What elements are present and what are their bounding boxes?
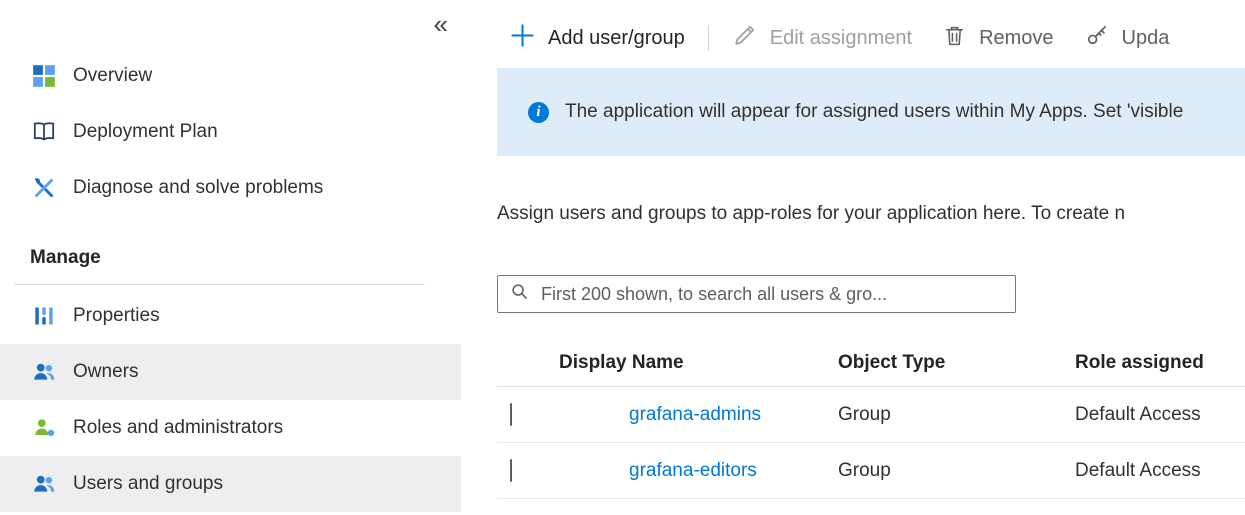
group-name-link[interactable]: grafana-admins — [615, 404, 838, 426]
object-type-cell: Group — [838, 404, 1075, 426]
sidebar-item-label: Diagnose and solve problems — [73, 177, 323, 199]
info-banner-text: The application will appear for assigned… — [565, 101, 1183, 123]
column-header-display-name: Display Name — [545, 352, 838, 374]
sidebar-item-label: Users and groups — [73, 473, 223, 495]
app-window: « Overview Deployment Plan — [0, 0, 1245, 515]
update-credentials-button[interactable]: Upda — [1084, 22, 1170, 54]
owners-icon — [31, 359, 57, 385]
overview-icon — [31, 63, 57, 89]
remove-label: Remove — [979, 27, 1053, 50]
search-icon — [510, 282, 529, 306]
sidebar: « Overview Deployment Plan — [0, 0, 461, 515]
add-user-group-button[interactable]: Add user/group — [509, 22, 685, 55]
column-header-object-type: Object Type — [838, 352, 1075, 374]
properties-icon — [31, 303, 57, 329]
sidebar-divider — [14, 284, 425, 285]
group-name-link[interactable]: grafana-editors — [615, 460, 838, 482]
main-content: Add user/group Edit assignment — [461, 0, 1245, 515]
table-row: grafana-editors Group Default Access — [497, 443, 1245, 499]
table-header-row: Display Name Object Type Role assigned — [497, 339, 1245, 387]
roles-icon — [31, 415, 57, 441]
collapse-sidebar-icon[interactable]: « — [434, 11, 445, 37]
search-box — [497, 275, 1016, 313]
role-assigned-cell: Default Access — [1075, 404, 1245, 426]
sidebar-item-label: Deployment Plan — [73, 121, 218, 143]
remove-button[interactable]: Remove — [942, 23, 1053, 54]
info-icon: i — [528, 102, 549, 123]
trash-icon — [942, 23, 967, 54]
sidebar-section-manage: Manage — [0, 232, 461, 284]
update-credentials-label: Upda — [1122, 27, 1170, 50]
users-groups-icon — [31, 471, 57, 497]
sidebar-item-label: Roles and administrators — [73, 417, 283, 439]
plus-icon — [509, 22, 536, 55]
toolbar: Add user/group Edit assignment — [497, 18, 1245, 58]
role-assigned-cell: Default Access — [1075, 460, 1245, 482]
row-checkbox[interactable] — [510, 403, 512, 426]
edit-assignment-button[interactable]: Edit assignment — [732, 22, 912, 54]
object-type-cell: Group — [838, 460, 1075, 482]
assignments-table: Display Name Object Type Role assigned g… — [497, 339, 1245, 499]
pencil-icon — [732, 22, 758, 54]
sidebar-collapse-row: « — [0, 0, 461, 48]
column-header-role-assigned: Role assigned — [1075, 352, 1245, 374]
toolbar-divider — [708, 25, 709, 51]
info-banner: i The application will appear for assign… — [497, 68, 1245, 156]
sidebar-item-owners[interactable]: Owners — [0, 344, 461, 400]
deployment-plan-icon — [31, 119, 57, 145]
sidebar-item-properties[interactable]: Properties — [0, 288, 461, 344]
sidebar-item-label: Owners — [73, 361, 138, 383]
sidebar-item-roles-admins[interactable]: Roles and administrators — [0, 400, 461, 456]
add-user-group-label: Add user/group — [548, 27, 685, 50]
sidebar-item-deployment-plan[interactable]: Deployment Plan — [0, 104, 461, 160]
sidebar-item-users-and-groups[interactable]: Users and groups — [0, 456, 461, 512]
search-input[interactable] — [539, 283, 1005, 306]
edit-assignment-label: Edit assignment — [770, 27, 912, 50]
diagnose-icon — [31, 175, 57, 201]
page-description: Assign users and groups to app-roles for… — [497, 203, 1245, 225]
row-checkbox[interactable] — [510, 459, 512, 482]
key-icon — [1084, 22, 1110, 54]
sidebar-item-label: Overview — [73, 65, 152, 87]
table-row: grafana-admins Group Default Access — [497, 387, 1245, 443]
sidebar-item-overview[interactable]: Overview — [0, 48, 461, 104]
sidebar-item-diagnose[interactable]: Diagnose and solve problems — [0, 160, 461, 216]
sidebar-item-label: Properties — [73, 305, 160, 327]
